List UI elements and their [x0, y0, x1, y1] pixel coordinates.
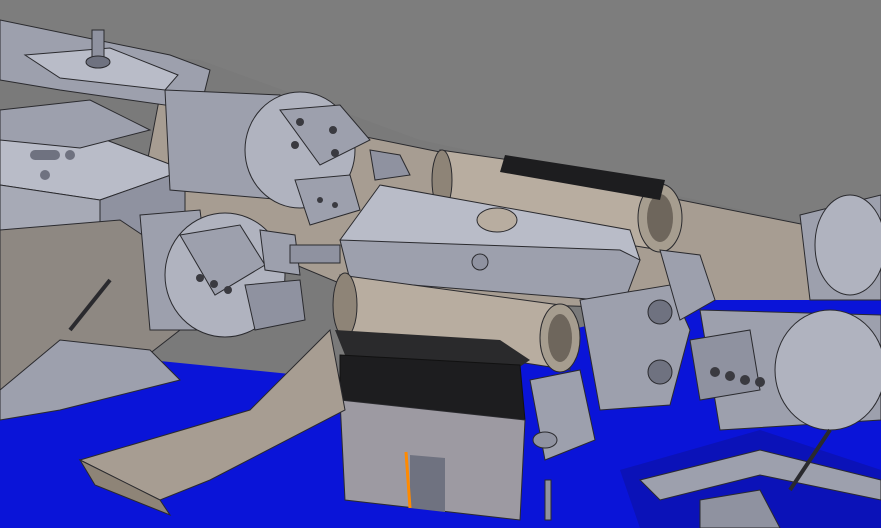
right-chuck-face: [774, 309, 881, 431]
screw: [210, 280, 218, 288]
grey-box-slot: [410, 455, 445, 512]
screw: [224, 286, 232, 294]
screw: [331, 149, 339, 157]
left-hole: [65, 150, 75, 160]
port: [647, 299, 673, 325]
clamp-knob: [532, 431, 558, 449]
left-hole: [40, 170, 50, 180]
cad-scene: [0, 0, 881, 528]
housing-hole: [471, 253, 489, 271]
knob: [476, 207, 518, 233]
side-block: [579, 284, 691, 411]
front-jaw-lower: [244, 279, 306, 331]
bolt-head: [85, 55, 111, 69]
screw: [710, 367, 720, 377]
screw: [196, 274, 204, 282]
screw: [740, 375, 750, 385]
right-jaw: [689, 329, 761, 401]
port: [647, 359, 673, 385]
far-right-face: [814, 194, 881, 296]
left-plate: [0, 99, 152, 149]
screw: [332, 202, 338, 208]
screw: [291, 141, 299, 149]
left-slot: [30, 150, 60, 160]
front-tube-cap: [332, 272, 358, 338]
front-tube-bore: [548, 314, 572, 362]
shaft: [289, 244, 341, 264]
cad-viewport[interactable]: [0, 0, 881, 528]
screw: [329, 126, 337, 134]
pin: [544, 479, 552, 521]
screw: [755, 377, 765, 387]
back-tube-bore: [647, 194, 673, 242]
screw: [317, 197, 323, 203]
screw: [725, 371, 735, 381]
screw: [296, 118, 304, 126]
